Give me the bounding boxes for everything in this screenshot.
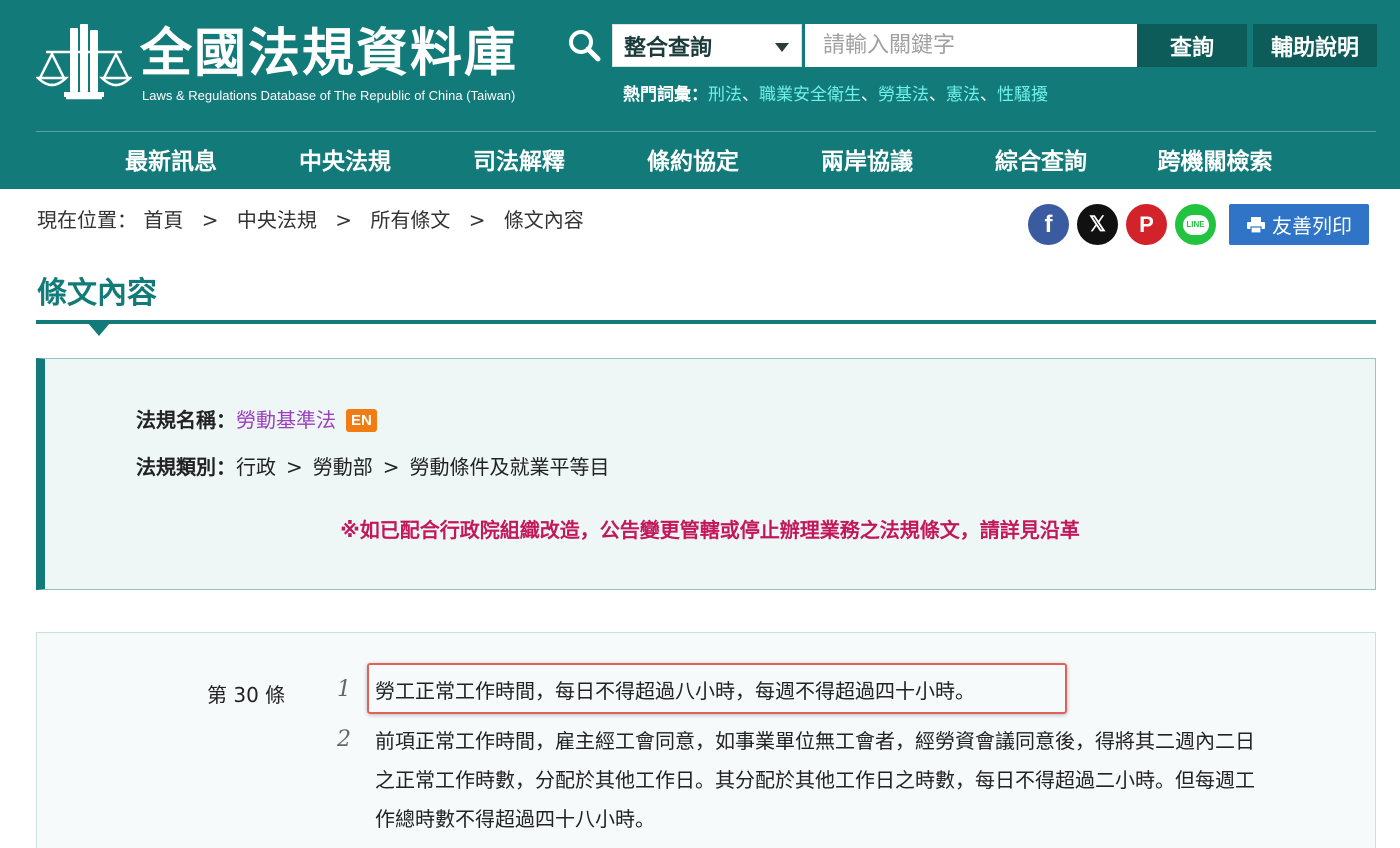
nav-item-integrated-search[interactable]: 綜合查詢 [954,140,1128,184]
law-name-link[interactable]: 勞動基準法 [236,408,336,432]
printer-icon [1247,216,1265,234]
print-button[interactable]: 友善列印 [1229,204,1369,245]
line-icon[interactable]: LINE [1175,204,1216,245]
scales-of-justice-icon [36,24,132,100]
hot-term-link[interactable]: 憲法 [946,85,980,105]
hot-term-separator: 、 [929,85,946,105]
search-scope-select[interactable]: 整合查詢 [612,24,802,67]
site-logo[interactable]: 全國法規資料庫 Laws & Regulations Database of T… [36,20,546,110]
article-box: 第 30 條 1 勞工正常工作時間，每日不得超過八小時，每週不得超過四十小時。 … [36,632,1376,848]
pinterest-icon[interactable]: P [1126,204,1167,245]
breadcrumb-item-all-articles[interactable]: 所有條文 [370,208,450,232]
hot-terms: 熱門詞彙：刑法、職業安全衛生、勞基法、憲法、性騷擾 [623,80,1048,105]
print-button-label: 友善列印 [1272,214,1352,238]
law-category-item: 勞動條件及就業平等目 [409,455,610,479]
reorganization-notice[interactable]: ※如已配合行政院組織改造，公告變更管轄或停止辦理業務之法規條文，請詳見沿革 [45,514,1375,543]
hot-term-link[interactable]: 刑法 [708,85,742,105]
title-divider-notch [88,323,110,336]
paragraph-number: 1 [337,677,351,702]
title-divider [36,320,1376,324]
facebook-icon[interactable]: f [1028,204,1069,245]
hot-term-link[interactable]: 性騷擾 [997,85,1048,105]
law-category-label: 法規類別： [136,455,236,479]
nav-item-central-laws[interactable]: 中央法規 [258,140,432,184]
article-number: 第 30 條 [207,683,286,707]
page-title: 條文內容 [37,276,157,311]
breadcrumb-separator: > [201,208,219,232]
logo-subtitle: Laws & Regulations Database of The Repub… [142,88,516,103]
search-input[interactable] [805,24,1137,67]
breadcrumb-label: 現在位置： [37,208,137,232]
paragraph-text: 前項正常工作時間，雇主經工會同意，如事業單位無工會者，經勞資會議同意後，得將其二… [375,729,1255,831]
search-icon [569,30,601,62]
category-separator: > [382,455,400,479]
breadcrumb-item-home[interactable]: 首頁 [143,208,183,232]
logo-title: 全國法規資料庫 [140,24,519,84]
nav-item-latest-news[interactable]: 最新訊息 [84,140,258,184]
chevron-down-icon [775,43,789,52]
nav-item-judicial-interpretation[interactable]: 司法解釋 [432,140,606,184]
breadcrumb-item-current: 條文內容 [503,208,584,232]
help-button[interactable]: 輔助說明 [1253,24,1377,67]
hot-term-link[interactable]: 職業安全衛生 [759,85,861,105]
english-version-badge[interactable]: EN [346,409,377,432]
line-icon-bubble: LINE [1182,214,1209,235]
breadcrumb-separator: > [335,208,352,232]
hot-term-link[interactable]: 勞基法 [878,85,929,105]
paragraph-text: 勞工正常工作時間，每日不得超過八小時，每週不得超過四十小時。 [375,679,975,703]
nav-item-cross-agency-search[interactable]: 跨機關檢索 [1128,140,1302,184]
law-category-row: 法規類別：行政 > 勞動部 > 勞動條件及就業平等目 [136,451,610,480]
hot-terms-label: 熱門詞彙： [623,85,708,105]
breadcrumb-item-central-laws[interactable]: 中央法規 [237,208,317,232]
nav-item-treaties[interactable]: 條約協定 [606,140,780,184]
breadcrumb: 現在位置： 首頁 > 中央法規 > 所有條文 > 條文內容 [37,204,584,233]
law-category-item: 行政 [236,455,276,479]
law-info-box: 法規名稱：勞動基準法 EN 法規類別：行政 > 勞動部 > 勞動條件及就業平等目 ※如已配… [36,358,1376,590]
category-separator: > [286,455,303,479]
hot-term-separator: 、 [742,85,759,105]
breadcrumb-separator: > [468,208,486,232]
query-button[interactable]: 查詢 [1137,24,1247,67]
law-category-item: 勞動部 [312,455,373,479]
header-divider [36,131,1376,132]
paragraph-number: 2 [337,727,351,752]
site-header: 全國法規資料庫 Laws & Regulations Database of T… [0,0,1400,189]
hot-term-separator: 、 [861,85,878,105]
nav-item-cross-strait[interactable]: 兩岸協議 [780,140,954,184]
share-buttons: f 𝕏 P LINE [1028,204,1216,245]
main-nav: 最新訊息 中央法規 司法解釋 條約協定 兩岸協議 綜合查詢 跨機關檢索 [84,140,1302,184]
law-name-label: 法規名稱： [136,408,236,432]
search-scope-value: 整合查詢 [624,35,713,61]
x-icon[interactable]: 𝕏 [1077,204,1118,245]
hot-term-separator: 、 [980,85,997,105]
law-name-row: 法規名稱：勞動基準法 EN [136,404,377,433]
